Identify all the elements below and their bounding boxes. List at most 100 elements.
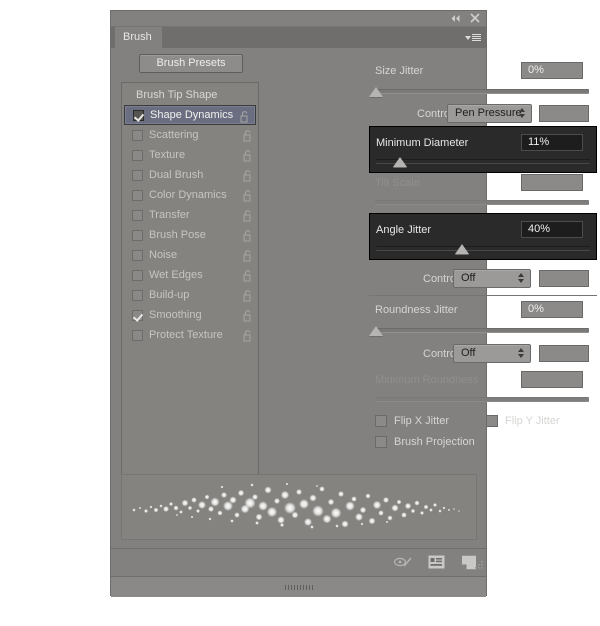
- close-icon[interactable]: [469, 12, 481, 24]
- flip-x-jitter-row[interactable]: Flip X Jitter: [375, 415, 449, 427]
- lock-open-icon[interactable]: [243, 269, 252, 282]
- roundness-jitter-value[interactable]: 0%: [521, 301, 583, 318]
- size-jitter-label: Size Jitter: [375, 65, 424, 77]
- size-control-select[interactable]: Pen Pressure: [447, 104, 532, 123]
- checkbox-build-up[interactable]: [132, 289, 143, 301]
- brush-stroke-preview: [121, 474, 477, 540]
- toggle-brush-painting-icon[interactable]: [392, 552, 414, 572]
- size-jitter-value[interactable]: 0%: [521, 62, 583, 79]
- sidebar-item-protect-texture[interactable]: Protect Texture: [122, 325, 258, 345]
- roundness-control-select[interactable]: Off: [453, 344, 531, 363]
- lock-open-icon[interactable]: [243, 309, 252, 322]
- lock-open-icon[interactable]: [243, 249, 252, 262]
- slider-thumb[interactable]: [369, 326, 383, 336]
- roundness-control-extra-field[interactable]: [539, 345, 589, 362]
- slider-thumb[interactable]: [393, 157, 407, 167]
- panel-menu-icon[interactable]: [465, 31, 481, 44]
- sidebar-item-label: Transfer: [149, 209, 190, 221]
- new-brush-preset-icon[interactable]: [425, 552, 447, 572]
- checkbox-brush-projection[interactable]: [375, 436, 387, 448]
- sidebar-item-label: Build-up: [149, 289, 190, 301]
- roundness-control-value: Off: [461, 347, 476, 359]
- minimum-diameter-value[interactable]: 11%: [521, 134, 583, 151]
- slider-track: [375, 200, 589, 205]
- drag-grip-icon: [284, 585, 313, 590]
- lock-open-icon[interactable]: [243, 149, 252, 162]
- divider: [369, 295, 597, 296]
- panel-drag-strip[interactable]: [111, 576, 486, 597]
- brush-projection-row[interactable]: Brush Projection: [375, 436, 475, 448]
- sidebar-item-brush-pose[interactable]: Brush Pose: [122, 225, 258, 245]
- checkbox-smoothing[interactable]: [132, 309, 143, 321]
- panel-bottom-toolbar: [111, 548, 486, 575]
- sidebar-item-shape-dynamics[interactable]: Shape Dynamics: [124, 105, 256, 125]
- lock-open-icon[interactable]: [243, 329, 252, 342]
- brush-panel-window: Brush Brush Presets Brush Tip Shape Shap…: [110, 10, 597, 597]
- brush-presets-button[interactable]: Brush Presets: [139, 54, 243, 73]
- checkbox-flip-y-jitter[interactable]: [486, 415, 498, 427]
- angle-jitter-label: Angle Jitter: [376, 224, 432, 236]
- sidebar-item-label: Noise: [149, 249, 178, 261]
- size-control-extra-field[interactable]: [539, 105, 589, 122]
- angle-control-value: Off: [461, 272, 476, 284]
- chevron-updown-icon: [518, 348, 524, 358]
- sidebar-item-label: Smoothing: [149, 309, 202, 321]
- resize-grip-icon[interactable]: [470, 558, 484, 572]
- roundness-jitter-label: Roundness Jitter: [375, 304, 458, 316]
- lock-open-icon[interactable]: [243, 209, 252, 222]
- angle-jitter-slider[interactable]: [376, 242, 590, 256]
- checkbox-dual-brush[interactable]: [132, 169, 143, 181]
- flip-y-jitter-row[interactable]: Flip Y Jitter: [486, 415, 560, 427]
- roundness-jitter-slider[interactable]: [369, 324, 589, 338]
- checkbox-shape-dynamics[interactable]: [133, 109, 144, 121]
- sidebar-item-label: Brush Pose: [149, 229, 206, 241]
- sidebar-item-label: Scattering: [149, 129, 199, 141]
- sidebar-item-smoothing[interactable]: Smoothing: [122, 305, 258, 325]
- sidebar-item-build-up[interactable]: Build-up: [122, 285, 258, 305]
- flip-x-jitter-label: Flip X Jitter: [394, 415, 450, 427]
- angle-control-select[interactable]: Off: [453, 269, 531, 288]
- checkbox-scattering[interactable]: [132, 129, 143, 141]
- checkbox-protect-texture[interactable]: [132, 329, 143, 341]
- sidebar-item-wet-edges[interactable]: Wet Edges: [122, 265, 258, 285]
- lock-open-icon[interactable]: [243, 169, 252, 182]
- checkbox-noise[interactable]: [132, 249, 143, 261]
- checkbox-brush-pose[interactable]: [132, 229, 143, 241]
- sidebar-item-texture[interactable]: Texture: [122, 145, 258, 165]
- checkbox-wet-edges[interactable]: [132, 269, 143, 281]
- slider-thumb[interactable]: [455, 244, 469, 254]
- lock-open-icon[interactable]: [243, 129, 252, 142]
- checkbox-flip-x-jitter[interactable]: [375, 415, 387, 427]
- angle-jitter-value[interactable]: 40%: [521, 221, 583, 238]
- collapse-double-arrow-icon[interactable]: [449, 12, 461, 24]
- lock-open-icon[interactable]: [243, 289, 252, 302]
- brush-tip-shape-header[interactable]: Brush Tip Shape: [122, 85, 258, 105]
- checkbox-texture[interactable]: [132, 149, 143, 161]
- lock-open-icon[interactable]: [240, 110, 249, 123]
- sidebar-item-label: Color Dynamics: [149, 189, 227, 201]
- chevron-updown-icon: [518, 273, 524, 283]
- size-jitter-slider[interactable]: [369, 85, 589, 99]
- bottom-toolbar-icons: [392, 552, 480, 572]
- sidebar-item-label: Protect Texture: [149, 329, 223, 341]
- lock-open-icon[interactable]: [243, 229, 252, 242]
- sidebar-item-dual-brush[interactable]: Dual Brush: [122, 165, 258, 185]
- tab-brush[interactable]: Brush: [115, 27, 162, 48]
- minimum-diameter-label: Minimum Diameter: [376, 137, 469, 149]
- sidebar-item-transfer[interactable]: Transfer: [122, 205, 258, 225]
- angle-jitter-section: Angle Jitter 40%: [369, 213, 597, 260]
- sidebar-item-scattering[interactable]: Scattering: [122, 125, 258, 145]
- minimum-roundness-slider: [375, 393, 589, 407]
- sidebar-item-noise[interactable]: Noise: [122, 245, 258, 265]
- checkbox-transfer[interactable]: [132, 209, 143, 221]
- lock-open-icon[interactable]: [243, 189, 252, 202]
- window-chrome: [111, 11, 486, 27]
- chevron-updown-icon: [519, 108, 525, 118]
- brush-projection-label: Brush Projection: [394, 436, 475, 448]
- checkbox-color-dynamics[interactable]: [132, 189, 143, 201]
- minimum-diameter-slider[interactable]: [376, 155, 590, 169]
- sidebar-item-color-dynamics[interactable]: Color Dynamics: [122, 185, 258, 205]
- slider-thumb[interactable]: [369, 87, 383, 97]
- angle-control-extra-field[interactable]: [539, 270, 589, 287]
- right-column: Size Jitter 0% Control: Pen Pressure Min…: [369, 48, 597, 488]
